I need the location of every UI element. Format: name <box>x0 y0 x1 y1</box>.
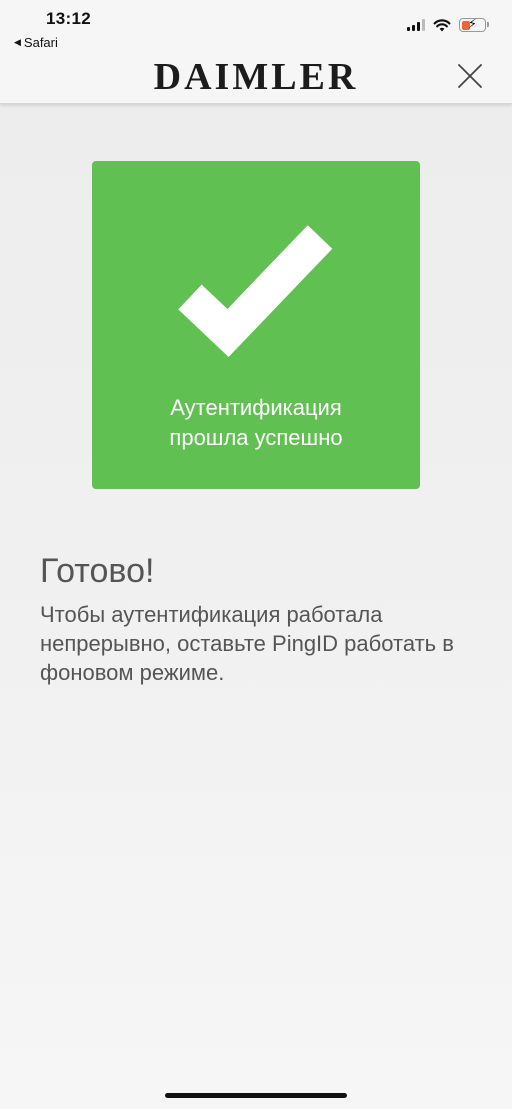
battery-icon: ⚡ <box>459 16 489 32</box>
back-app-label: Safari <box>23 35 58 50</box>
done-title: Готово! <box>40 552 155 590</box>
back-triangle-icon: ◀ <box>14 37 21 47</box>
done-description: Чтобы аутентификация работала непрерывно… <box>40 602 454 685</box>
success-message: Аутентификация прошла успешно <box>169 395 343 450</box>
brand-logo: DAIMLER <box>153 56 359 98</box>
close-icon[interactable] <box>456 62 484 90</box>
app-header: DAIMLER <box>0 56 512 104</box>
success-card: Аутентификация прошла успешно <box>92 161 420 489</box>
status-time: 13:12 <box>46 9 91 28</box>
status-icons: ⚡ <box>407 16 489 32</box>
back-to-app-link[interactable]: ◀ Safari <box>14 35 58 50</box>
wifi-icon <box>433 19 451 32</box>
home-indicator[interactable] <box>165 1093 347 1098</box>
charging-bolt-icon: ⚡ <box>467 16 478 31</box>
cellular-signal-icon <box>407 19 425 31</box>
status-bar: 13:12 ◀ Safari ⚡ <box>0 0 512 56</box>
checkmark-icon <box>178 225 333 357</box>
